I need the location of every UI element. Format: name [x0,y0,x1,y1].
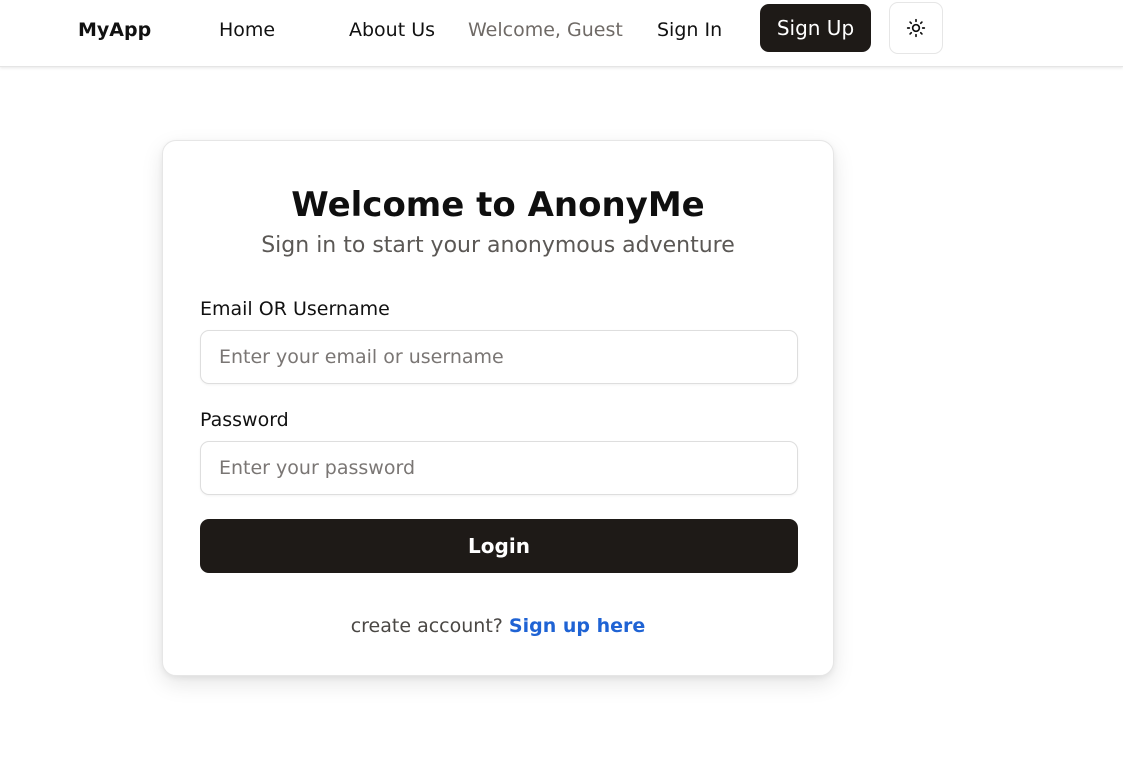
page-title: Welcome to AnonyMe [291,185,705,225]
login-card: Welcome to AnonyMe Sign in to start your… [162,140,834,676]
page-subtitle: Sign in to start your anonymous adventur… [261,233,735,258]
nav-link-home[interactable]: Home [219,16,275,44]
nav-link-about[interactable]: About Us [349,16,435,44]
signup-prompt-text: create account? [350,615,503,637]
welcome-message: Welcome, Guest [468,19,623,41]
signup-prompt: create account? Sign up here [163,611,833,641]
sign-up-button[interactable]: Sign Up [760,4,871,52]
password-label: Password [200,409,289,431]
sun-icon [906,18,926,38]
theme-toggle-button[interactable] [889,2,943,54]
email-username-input[interactable] [200,330,798,384]
sign-in-link[interactable]: Sign In [657,16,722,44]
password-input[interactable] [200,441,798,495]
sign-up-here-link[interactable]: Sign up here [509,615,645,637]
login-button[interactable]: Login [200,519,798,573]
top-navbar: MyApp Home About Us Welcome, Guest Sign … [0,0,1123,67]
brand-logo[interactable]: MyApp [78,16,151,44]
email-username-label: Email OR Username [200,298,390,320]
